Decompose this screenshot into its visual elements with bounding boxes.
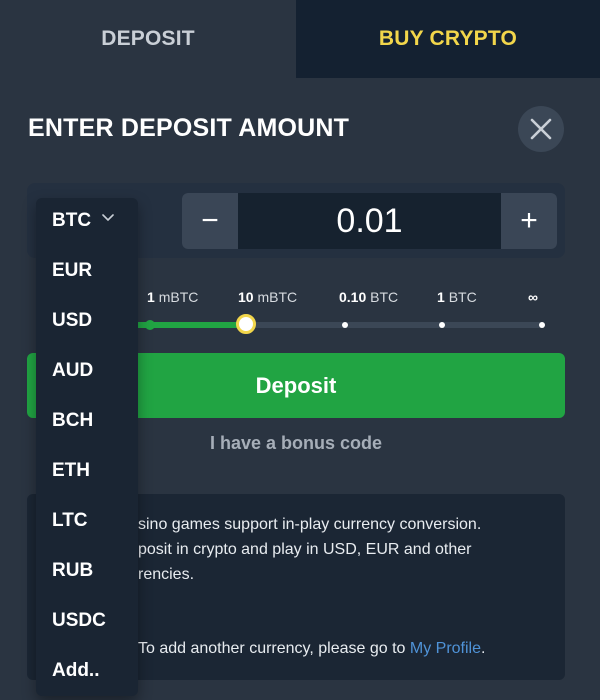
currency-option-ltc[interactable]: LTC <box>52 510 88 532</box>
slider-stop-1btc[interactable] <box>439 322 445 328</box>
currency-option-add[interactable]: Add.. <box>52 660 100 682</box>
slider-label-num: 10 <box>238 289 254 305</box>
slider-stop-1mbtc[interactable] <box>145 320 155 330</box>
my-profile-link[interactable]: My Profile <box>410 640 481 657</box>
info-text-line: posit in crypto and play in USD, EUR and… <box>138 541 472 558</box>
slider-handle[interactable] <box>236 314 256 334</box>
info-text-line: rencies. <box>138 566 195 583</box>
slider-label-unit: mBTC <box>158 289 199 305</box>
slider-label-num: 1 <box>437 289 445 305</box>
increase-button[interactable]: + <box>501 193 557 249</box>
tab-buy-crypto[interactable]: BUY CRYPTO <box>296 0 600 78</box>
currency-option-eth[interactable]: ETH <box>52 460 90 482</box>
slider-label-num: 0.10 <box>339 289 367 305</box>
currency-option-eur[interactable]: EUR <box>52 260 92 282</box>
slider-stop-010btc[interactable] <box>342 322 348 328</box>
amount-stepper: − + <box>182 193 557 249</box>
currency-option-usd[interactable]: USD <box>52 310 92 332</box>
info-text-line: sino games support in-play currency conv… <box>138 516 482 533</box>
slider-label-1btc[interactable]: 1 BTC <box>437 289 477 305</box>
slider-label-010btc[interactable]: 0.10 BTC <box>339 289 398 305</box>
slider-label-unit: mBTC <box>257 289 298 305</box>
chevron-down-icon[interactable] <box>102 214 114 222</box>
info-profile-prefix: To add another currency, please go to <box>138 640 410 657</box>
currency-option-rub[interactable]: RUB <box>52 560 93 582</box>
currency-selected[interactable]: BTC <box>52 210 91 232</box>
info-profile-line: To add another currency, please go to My… <box>138 640 485 658</box>
slider-label-unit: BTC <box>370 289 399 305</box>
slider-label-num: ∞ <box>528 289 538 305</box>
slider-stop-infinity[interactable] <box>539 322 545 328</box>
currency-option-aud[interactable]: AUD <box>52 360 93 382</box>
slider-label-unit: BTC <box>448 289 477 305</box>
amount-input[interactable] <box>238 193 501 249</box>
info-profile-suffix: . <box>481 640 486 657</box>
close-icon <box>530 118 552 140</box>
slider-label-infinity[interactable]: ∞ <box>528 289 538 305</box>
currency-option-bch[interactable]: BCH <box>52 410 93 432</box>
slider-label-1mbtc[interactable]: 1 mBTC <box>147 289 198 305</box>
tab-bar: DEPOSIT BUY CRYPTO <box>0 0 600 78</box>
decrease-button[interactable]: − <box>182 193 238 249</box>
currency-option-usdc[interactable]: USDC <box>52 610 106 632</box>
tab-deposit[interactable]: DEPOSIT <box>0 0 296 78</box>
close-button[interactable] <box>518 106 564 152</box>
page-title: ENTER DEPOSIT AMOUNT <box>28 114 350 142</box>
currency-dropdown: BTC EUR USD AUD BCH ETH LTC RUB USDC Add… <box>36 198 138 696</box>
slider-label-num: 1 <box>147 289 155 305</box>
slider-label-10mbtc[interactable]: 10 mBTC <box>238 289 297 305</box>
